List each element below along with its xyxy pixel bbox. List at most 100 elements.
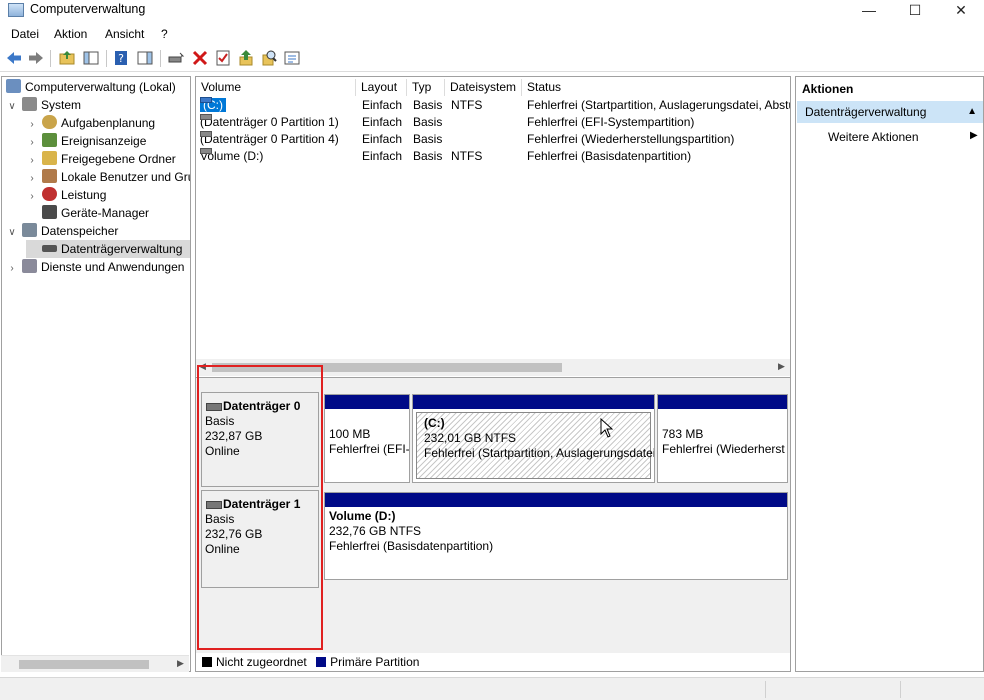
tree-item-dienste-und-anwendungen[interactable]: › Dienste und Anwendungen (6, 258, 184, 276)
legend-label: Nicht zugeordnet (216, 655, 307, 669)
tree-item-computerverwaltung[interactable]: Computerverwaltung (Lokal) (6, 78, 176, 96)
partition-d[interactable]: Volume (D:) 232,76 GB NTFS Fehlerfrei (B… (324, 492, 788, 580)
minimize-button[interactable]: — (846, 0, 892, 22)
menu-help[interactable]: ? (161, 27, 168, 41)
event-viewer-icon (42, 133, 57, 147)
table-row[interactable]: (C:) Einfach Basis NTFS Fehlerfrei (Star… (196, 97, 791, 114)
column-header-status[interactable]: Status (522, 79, 790, 96)
tools-icon (22, 97, 37, 111)
primary-partition-bar (325, 493, 787, 507)
column-header-volume[interactable]: Volume (196, 79, 356, 96)
title-bar: Computerverwaltung — ☐ ✕ (0, 0, 984, 22)
column-header-dateisystem[interactable]: Dateisystem (445, 79, 522, 96)
connect-drive-icon[interactable] (167, 49, 185, 67)
disk-state: Online (205, 542, 240, 556)
partition-c[interactable]: (C:) 232,01 GB NTFS Fehlerfrei (Startpar… (412, 394, 655, 483)
collapse-up-icon[interactable]: ▲ (967, 101, 977, 123)
legend-label: Primäre Partition (330, 655, 420, 669)
export-icon[interactable] (237, 49, 255, 67)
cell-layout: Einfach (362, 115, 403, 129)
disk-0-label[interactable]: Datenträger 0 Basis 232,87 GB Online (201, 392, 319, 487)
disk-size: 232,87 GB (205, 429, 263, 443)
forward-arrow-icon[interactable] (27, 49, 45, 67)
search-icon[interactable] (260, 49, 278, 67)
menu-aktion[interactable]: Aktion (54, 27, 87, 41)
back-arrow-icon[interactable] (5, 49, 23, 67)
close-button[interactable]: ✕ (938, 0, 984, 22)
scroll-left-arrow-icon[interactable]: ◀ (199, 361, 206, 372)
tree-item-datenspeicher[interactable]: ∨ Datenspeicher (6, 222, 118, 240)
disk-graphical-view: Datenträger 0 Basis 232,87 GB Online 100… (196, 377, 790, 653)
disk-name: Datenträger 0 (206, 399, 318, 414)
scroll-right-arrow-icon[interactable]: ▶ (177, 658, 184, 669)
partition-size: 232,01 GB NTFS (424, 431, 517, 445)
cell-typ: Basis (413, 115, 443, 129)
cell-dateisystem: NTFS (451, 98, 483, 112)
table-row[interactable]: (Datenträger 0 Partition 4) Einfach Basi… (196, 131, 790, 148)
volume-name: (Datenträger 0 Partition 1) (200, 115, 339, 129)
tree-item-lokale-benutzer[interactable]: › Lokale Benutzer und Gru (26, 168, 190, 186)
partition-status: Fehlerfrei (Startpartition, Auslagerungs… (424, 446, 655, 460)
volume-list-horizontal-scrollbar[interactable]: ◀ ▶ (196, 359, 790, 376)
partition-title (662, 412, 787, 427)
show-hide-tree-icon[interactable] (82, 49, 100, 67)
legend-swatch-unallocated (202, 657, 212, 667)
chevron-right-icon[interactable]: › (6, 260, 18, 278)
actions-section-header[interactable]: Datenträgerverwaltung ▲ (797, 101, 983, 123)
tree-item-label: Aufgabenplanung (61, 116, 156, 130)
toolbar: ? (0, 46, 984, 72)
column-header-layout[interactable]: Layout (356, 79, 407, 96)
show-hide-action-pane-icon[interactable] (136, 49, 154, 67)
partition-efi[interactable]: 100 MB Fehlerfrei (EFI- (324, 394, 410, 483)
disk-1-label[interactable]: Datenträger 1 Basis 232,76 GB Online (201, 490, 319, 588)
tree-item-aufgabenplanung[interactable]: › Aufgabenplanung (26, 114, 155, 132)
status-segment (900, 681, 901, 698)
tree-item-geraete-manager[interactable]: Geräte-Manager (26, 204, 149, 222)
tree-item-label: Ereignisanzeige (61, 134, 147, 148)
disk-management-icon (42, 245, 57, 252)
tree-item-system[interactable]: ∨ System (6, 96, 81, 114)
legend: Nicht zugeordnet Primäre Partition (196, 653, 790, 671)
menu-datei[interactable]: Datei (11, 27, 39, 41)
up-folder-icon[interactable] (58, 49, 76, 67)
more-actions-item[interactable]: Weitere Aktionen (828, 130, 919, 144)
volume-icon (200, 148, 212, 154)
disk-name: Datenträger 1 (206, 497, 318, 512)
partition-title (329, 412, 409, 427)
scrollbar-thumb[interactable] (19, 660, 149, 669)
settings-list-icon[interactable] (283, 49, 301, 67)
shared-folder-icon (42, 151, 57, 165)
cell-dateisystem: NTFS (451, 149, 483, 163)
help-icon[interactable]: ? (112, 49, 130, 67)
table-row[interactable]: Volume (D:) Einfach Basis NTFS Fehlerfre… (196, 148, 790, 165)
partition-title: (C:) (424, 416, 445, 430)
partition-recovery[interactable]: 783 MB Fehlerfrei (Wiederherst (657, 394, 788, 483)
delete-icon[interactable] (191, 49, 209, 67)
tree-item-datentraegerverwaltung[interactable]: Datenträgerverwaltung (26, 240, 190, 258)
chevron-down-icon[interactable]: ∨ (6, 98, 18, 116)
main-content: Volume Layout Typ Dateisystem Status (C:… (195, 76, 791, 672)
tree-item-freigegebene-ordner[interactable]: › Freigegebene Ordner (26, 150, 176, 168)
tree-horizontal-scrollbar[interactable]: ▶ (1, 655, 189, 672)
properties-icon[interactable] (214, 49, 232, 67)
tree-item-leistung[interactable]: › Leistung (26, 186, 106, 204)
partition-size: 100 MB (329, 427, 371, 441)
disk-type: Basis (205, 512, 235, 526)
cell-typ: Basis (413, 98, 443, 112)
menu-ansicht[interactable]: Ansicht (105, 27, 144, 41)
column-header-typ[interactable]: Typ (407, 79, 445, 96)
cell-status: Fehlerfrei (Startpartition, Auslagerungs… (527, 98, 791, 112)
chevron-down-icon[interactable]: ∨ (6, 224, 18, 242)
disk-type: Basis (205, 414, 235, 428)
table-row[interactable]: (Datenträger 0 Partition 1) Einfach Basi… (196, 114, 790, 131)
primary-partition-bar (658, 395, 787, 409)
maximize-button[interactable]: ☐ (892, 0, 938, 22)
cell-layout: Einfach (362, 149, 403, 163)
menu-bar: Datei Aktion Ansicht ? (0, 24, 984, 44)
cell-typ: Basis (413, 149, 443, 163)
scrollbar-thumb[interactable] (212, 363, 562, 372)
console-tree: Computerverwaltung (Lokal) ∨ System › Aufg… (1, 76, 191, 672)
scroll-right-arrow-icon[interactable]: ▶ (778, 361, 785, 372)
tree-item-ereignisanzeige[interactable]: › Ereignisanzeige (26, 132, 146, 150)
primary-partition-bar (413, 395, 654, 409)
